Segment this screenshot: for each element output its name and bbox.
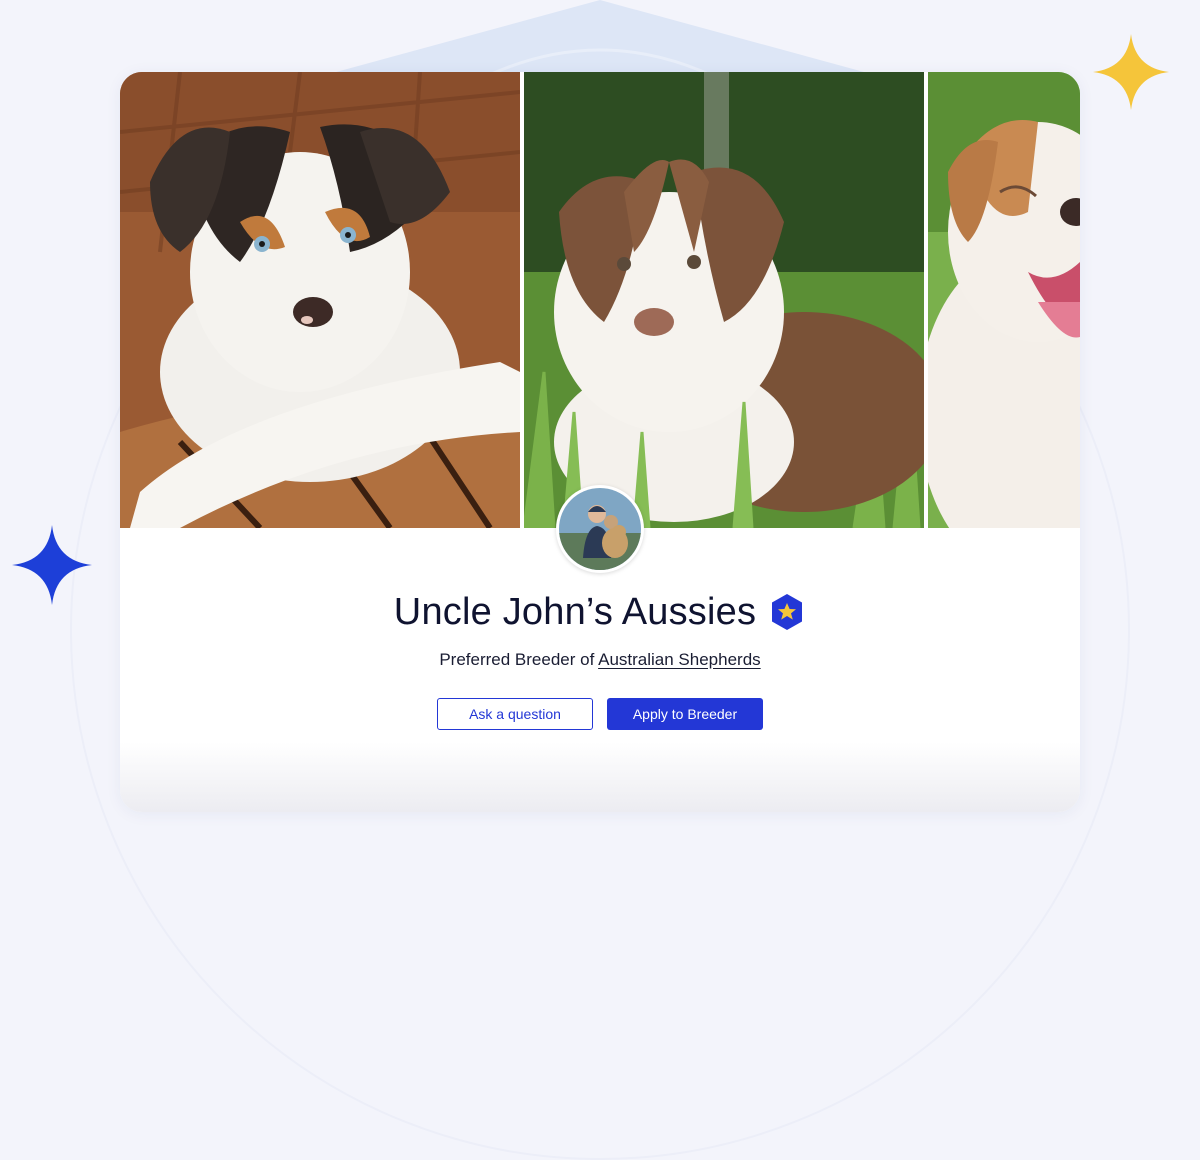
preferred-breeder-star-icon [772,594,803,630]
subtitle-prefix: Preferred Breeder of [439,650,599,669]
breeder-title-row: Uncle John’s Aussies [120,584,1080,640]
gallery-photo-smiling-puppy[interactable] [928,72,1080,528]
breed-link[interactable]: Australian Shepherds [598,650,761,669]
breeder-name: Uncle John’s Aussies [393,590,757,633]
breeder-avatar [556,485,644,573]
action-buttons: Ask a question Apply to Breeder [120,698,1080,730]
apply-to-breeder-button[interactable]: Apply to Breeder [607,698,763,730]
card-bottom-fade [120,742,1080,812]
gallery-photo-puppy-in-grass[interactable] [524,72,924,528]
sparkle-yellow-icon [1093,34,1169,110]
photo-gallery[interactable] [120,72,1080,528]
sparkle-blue-icon [12,525,92,605]
ask-question-button[interactable]: Ask a question [437,698,593,730]
breeder-profile-card: Uncle John’s Aussies Preferred Breeder o… [120,72,1080,812]
gallery-photo-puppy-on-bricks[interactable] [120,72,520,528]
breeder-subtitle: Preferred Breeder of Australian Shepherd… [120,650,1080,670]
